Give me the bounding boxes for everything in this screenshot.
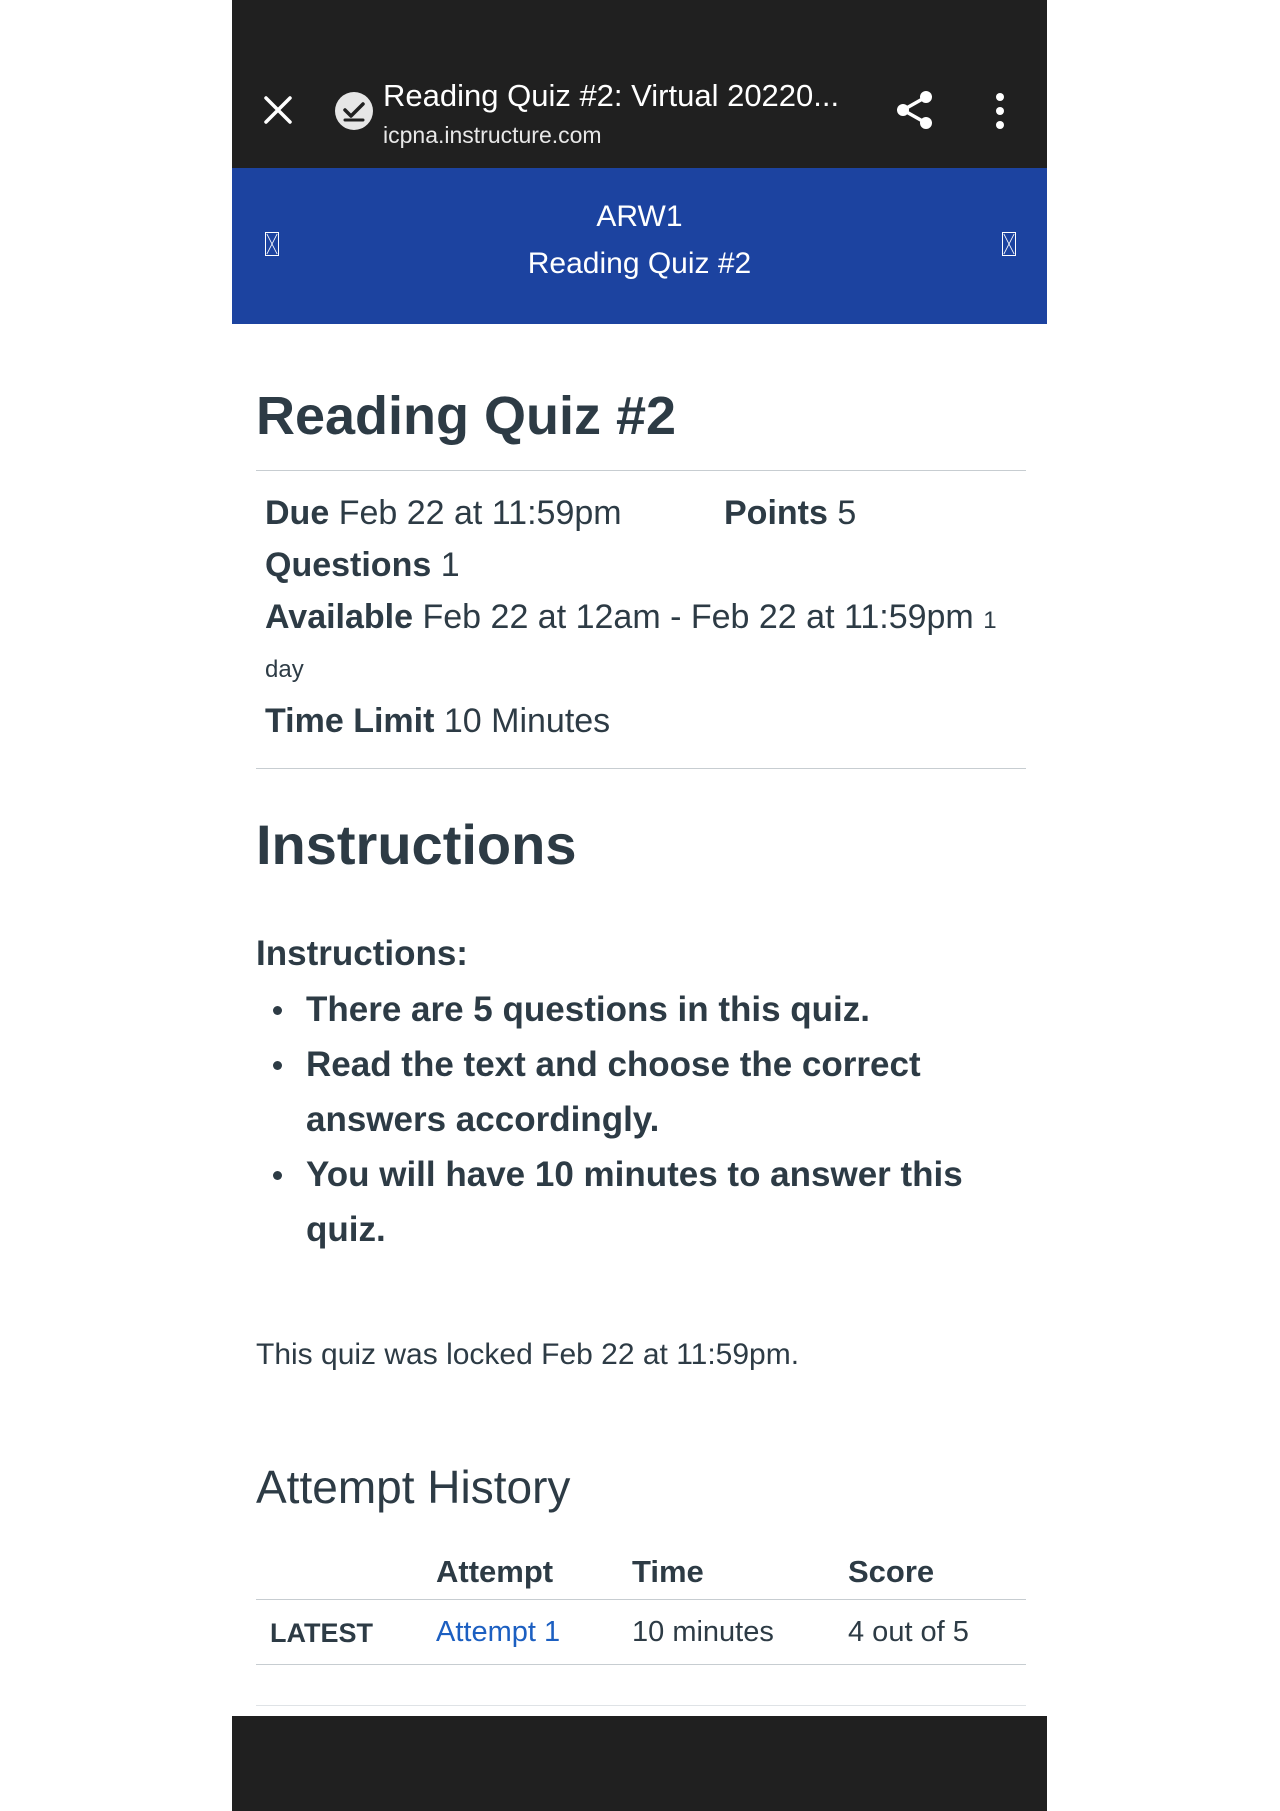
time-limit-value: 10 Minutes xyxy=(443,702,611,740)
column-header-score: Score xyxy=(848,1554,935,1589)
divider xyxy=(256,1664,1026,1665)
due-label: Due xyxy=(265,494,330,532)
course-item-name: Reading Quiz #2 xyxy=(527,247,752,280)
latest-label: LATEST xyxy=(270,1618,373,1648)
bullet-icon xyxy=(273,1171,282,1180)
attempt-link[interactable]: Attempt 1 xyxy=(436,1616,560,1649)
time-limit-row: Time Limit 10 Minutes xyxy=(265,702,610,741)
column-header-time: Time xyxy=(632,1554,704,1589)
page-title: Reading Quiz #2 xyxy=(256,386,677,446)
close-icon[interactable] xyxy=(262,94,294,126)
available-label: Available xyxy=(265,598,414,636)
course-name: ARW1 xyxy=(596,200,683,233)
questions-value: 1 xyxy=(440,546,460,584)
divider xyxy=(256,1599,1026,1600)
course-header: ARW1 Reading Quiz #2 xyxy=(232,168,1047,324)
site-verified-icon[interactable] xyxy=(334,91,374,131)
divider xyxy=(256,768,1026,769)
browser-toolbar: Reading Quiz #2: Virtual 20220... icpna.… xyxy=(232,54,1047,168)
divider xyxy=(256,1705,1026,1706)
available-row: Available Feb 22 at 12am - Feb 22 at 11:… xyxy=(265,598,997,637)
available-duration: 1 xyxy=(983,607,997,634)
due-value: Feb 22 at 11:59pm xyxy=(338,494,622,532)
available-value: Feb 22 at 12am - Feb 22 at 11:59pm xyxy=(422,598,974,636)
status-bar xyxy=(232,0,1047,54)
questions-label: Questions xyxy=(265,546,432,584)
points-label: Points xyxy=(724,494,828,532)
attempt-history-heading: Attempt History xyxy=(256,1461,571,1513)
more-vert-icon[interactable] xyxy=(992,92,1008,130)
points-row: Points 5 xyxy=(724,494,856,533)
time-limit-label: Time Limit xyxy=(265,702,435,740)
instructions-list: There are 5 questions in this quiz. Read… xyxy=(256,982,1026,1257)
share-icon[interactable] xyxy=(894,89,936,131)
available-duration-unit: day xyxy=(265,656,304,683)
points-value: 5 xyxy=(837,494,857,532)
instructions-subheading: Instructions: xyxy=(256,934,468,973)
locked-note: This quiz was locked Feb 22 at 11:59pm. xyxy=(256,1338,800,1371)
column-header-attempt: Attempt xyxy=(436,1554,554,1589)
browser-page-title[interactable]: Reading Quiz #2: Virtual 20220... xyxy=(383,78,839,114)
attempt-time: 10 minutes xyxy=(632,1616,774,1648)
next-nav-icon[interactable] xyxy=(1002,232,1016,256)
list-item-text: You will have 10 minutes to answer this … xyxy=(306,1155,963,1249)
list-item-text: Read the text and choose the correct ans… xyxy=(306,1045,921,1139)
list-item: You will have 10 minutes to answer this … xyxy=(273,1147,1026,1257)
due-row: Due Feb 22 at 11:59pm xyxy=(265,494,622,533)
divider xyxy=(256,470,1026,471)
list-item: There are 5 questions in this quiz. xyxy=(273,982,1026,1037)
attempt-score: 4 out of 5 xyxy=(848,1616,969,1648)
phone-screen: Reading Quiz #2: Virtual 20220... icpna.… xyxy=(232,0,1047,1811)
list-item-text: There are 5 questions in this quiz. xyxy=(306,990,870,1029)
browser-url[interactable]: icpna.instructure.com xyxy=(383,122,602,149)
bullet-icon xyxy=(273,1061,282,1070)
instructions-heading: Instructions xyxy=(256,813,577,876)
bullet-icon xyxy=(273,1006,282,1015)
bottom-bar xyxy=(232,1716,1047,1811)
questions-row: Questions 1 xyxy=(265,546,460,585)
list-item: Read the text and choose the correct ans… xyxy=(273,1037,1026,1147)
